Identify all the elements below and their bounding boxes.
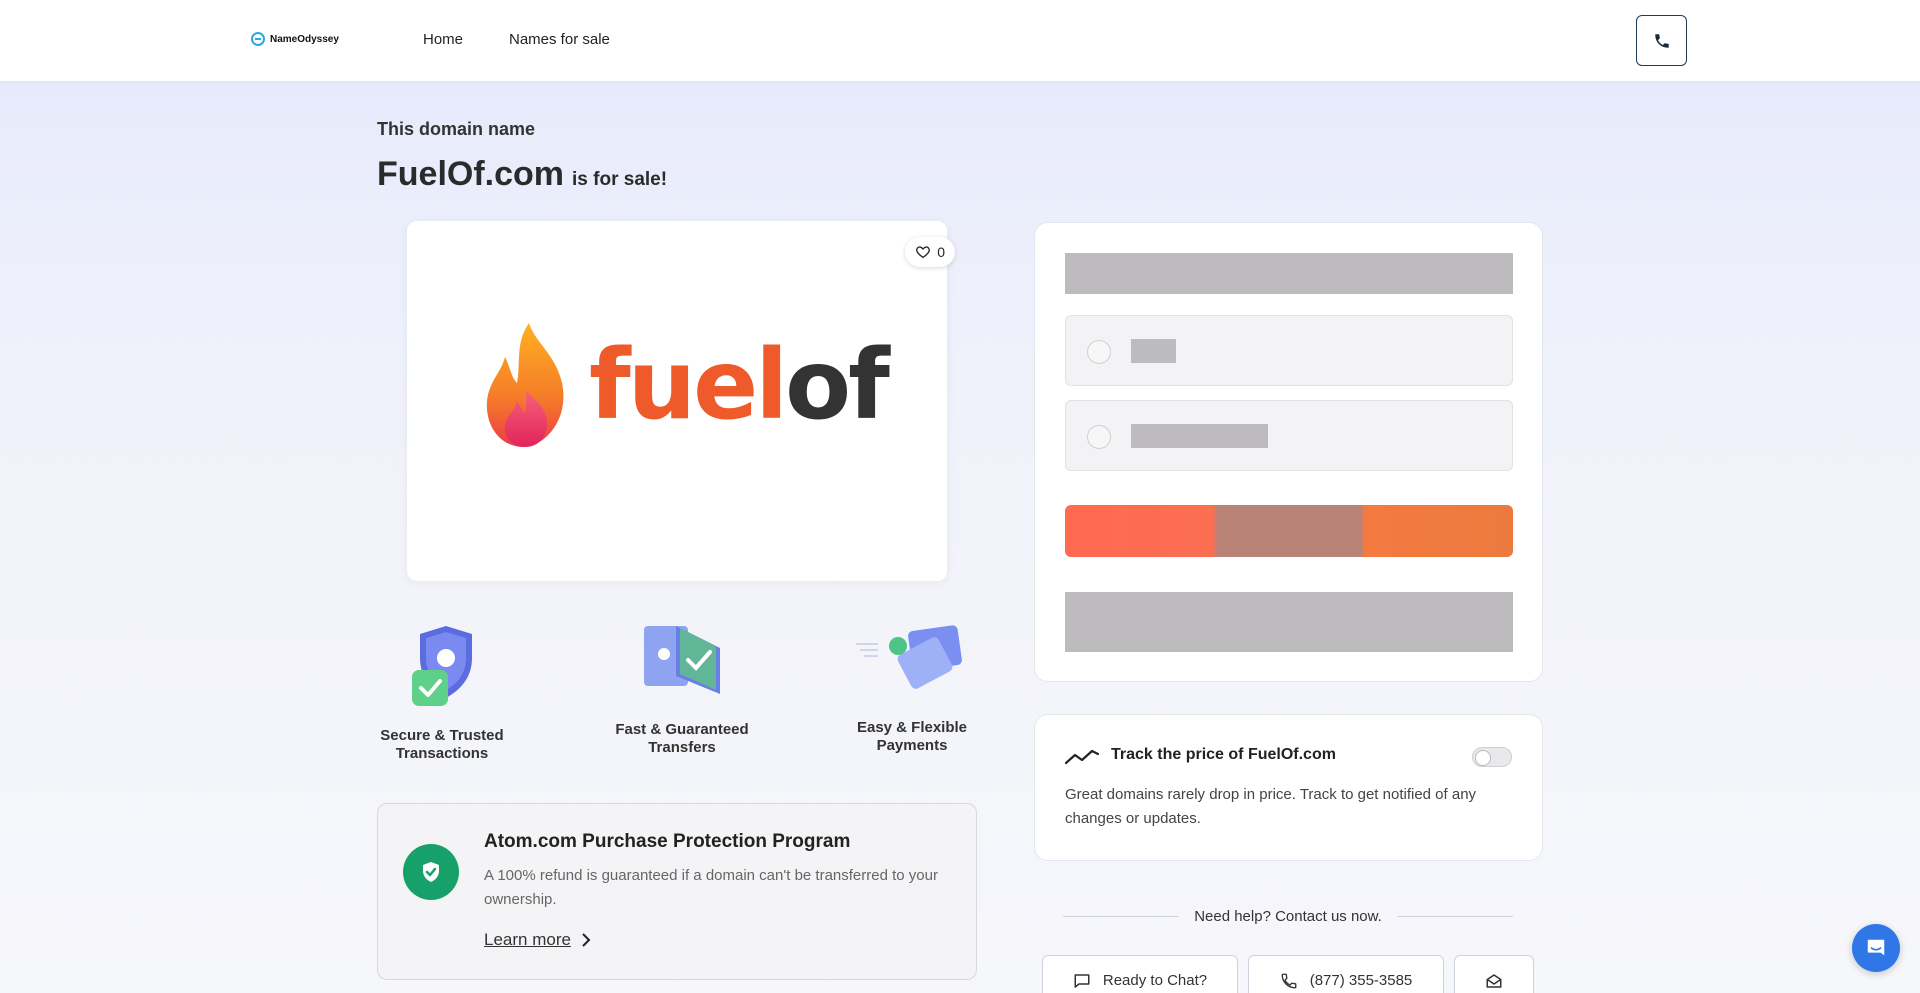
domain-title: FuelOf.com [377,155,565,193]
feature-transfers: Fast & Guaranteed Transfers [607,616,757,757]
secondary-button-skeleton[interactable] [1065,592,1513,652]
phone-icon [1281,973,1297,989]
heart-icon [916,246,931,259]
option-2-label-skeleton [1131,424,1268,448]
call-button-label: (877) 355-3585 [1309,972,1413,989]
like-count: 0 [937,244,945,260]
purchase-option-1[interactable] [1065,315,1513,386]
learn-more-link[interactable]: Learn more [484,930,591,950]
email-button[interactable] [1454,955,1534,993]
protection-title: Atom.com Purchase Protection Program [484,831,851,852]
track-price-title: Track the price of FuelOf.com [1111,746,1336,763]
protection-description: A 100% refund is guaranteed if a domain … [484,867,938,908]
trend-line-icon [1065,749,1099,765]
for-sale-text: is for sale! [572,169,668,190]
feature-transfers-line1: Fast & Guaranteed [615,721,749,738]
top-navbar: NameOdyssey Home Names for sale [0,0,1920,82]
flame-icon [486,323,564,447]
credit-card-icon [856,625,962,689]
nav-names-for-sale-link[interactable]: Names for sale [509,31,610,48]
domain-logo-card: 0 fuelof [407,221,955,581]
feature-secure-line2: Transactions [395,745,489,762]
help-text: Need help? Contact us now. [1194,908,1382,925]
learn-more-label: Learn more [484,930,571,949]
feature-secure: Secure & Trusted Transactions [377,620,507,763]
divider-line [1063,916,1179,917]
features-row: Secure & Trusted Transactions Fast & Gua… [377,620,977,770]
shield-check-icon [423,862,439,882]
chat-button[interactable]: Ready to Chat? [1042,955,1238,993]
divider-line [1397,916,1513,917]
brand-word-of: of [785,329,890,441]
feature-payments-line2: Payments [876,737,948,754]
brand-word-fuel: fuel [589,329,788,441]
hero-title-row: FuelOf.com is for sale! [377,155,667,194]
chat-bubble-icon [1074,974,1090,988]
chat-icon [1867,939,1885,956]
option-1-label-skeleton [1131,339,1176,363]
track-price-card: Track the price of FuelOf.com Great doma… [1034,714,1543,861]
buy-now-button[interactable] [1065,505,1513,557]
price-skeleton [1065,253,1513,294]
call-button[interactable]: (877) 355-3585 [1248,955,1444,993]
purchase-protection-card: Atom.com Purchase Protection Program A 1… [377,803,977,980]
chevron-right-icon [582,933,591,947]
site-logo[interactable]: NameOdyssey [251,32,339,46]
phone-button[interactable] [1636,15,1687,66]
option-2-radio[interactable] [1087,425,1111,449]
phone-icon [1654,33,1669,48]
feature-secure-line1: Secure & Trusted [380,727,504,744]
globe-icon [251,32,265,46]
hero-intro: This domain name [377,119,536,139]
like-button[interactable]: 0 [905,237,955,267]
shield-check-icon [412,626,472,706]
brand-logo: fuelof [483,321,890,449]
purchase-options-card [1034,222,1543,682]
live-chat-launcher[interactable] [1852,924,1900,972]
nav-home-link[interactable]: Home [423,31,463,48]
feature-payments: Easy & Flexible Payments [847,614,977,755]
protection-badge [403,844,459,900]
track-price-toggle[interactable] [1472,747,1512,767]
transfer-icon [644,626,720,694]
track-price-description: Great domains rarely drop in price. Trac… [1065,786,1477,827]
logo-text: NameOdyssey [270,33,339,45]
feature-transfers-line2: Transfers [648,739,716,756]
envelope-open-icon [1486,974,1502,988]
purchase-option-2[interactable] [1065,400,1513,471]
brand-wordmark: fuelof [589,337,890,433]
feature-payments-line1: Easy & Flexible [856,719,968,736]
chat-button-label: Ready to Chat? [1102,972,1208,989]
option-1-radio[interactable] [1087,340,1111,364]
help-divider: Need help? Contact us now. [1063,908,1513,925]
